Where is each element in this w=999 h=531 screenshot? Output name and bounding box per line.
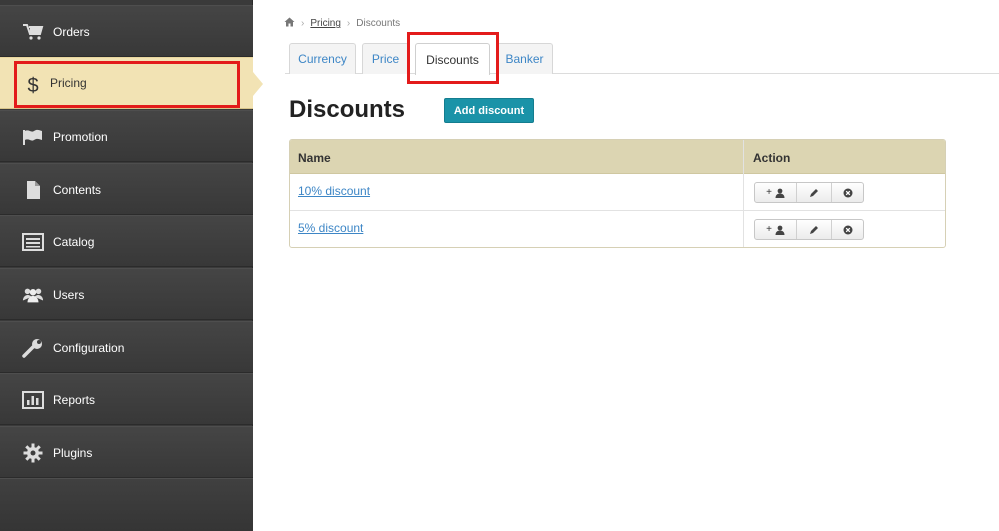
breadcrumb-separator: › — [301, 18, 305, 29]
page-title: Discounts — [289, 96, 406, 123]
discount-name-link[interactable]: 5% discount — [298, 221, 363, 235]
action-button-group: + — [754, 182, 864, 203]
action-button-group: + — [754, 219, 864, 240]
sidebar-item-label: Promotion — [53, 130, 108, 144]
sidebar-item-contents[interactable]: Contents — [0, 163, 253, 215]
tab-price[interactable]: Price — [362, 43, 409, 74]
sidebar-footer — [0, 478, 253, 531]
breadcrumb-current: Discounts — [356, 18, 401, 29]
dollar-icon: $ — [27, 74, 39, 97]
sidebar-item-pricing[interactable]: $ Pricing — [0, 57, 263, 109]
discounts-table: Name Action 10% discount + 5% discount + — [289, 139, 946, 248]
column-header-action: Action — [753, 151, 791, 165]
sidebar-item-label: Contents — [53, 183, 102, 197]
active-indicator — [253, 72, 263, 96]
assign-user-button[interactable]: + — [755, 220, 797, 239]
delete-button[interactable] — [832, 183, 863, 202]
column-header-name: Name — [298, 151, 331, 165]
user-icon — [775, 225, 785, 235]
tab-banker[interactable]: Banker — [496, 43, 553, 74]
pencil-icon — [810, 225, 818, 234]
sidebar-item-label: Configuration — [53, 341, 125, 355]
breadcrumb: › Pricing › Discounts — [284, 17, 400, 30]
sidebar-item-catalog[interactable]: Catalog — [0, 215, 253, 267]
gear-icon — [22, 443, 44, 463]
document-icon — [22, 180, 44, 200]
bar-chart-icon — [22, 390, 44, 410]
sidebar-item-orders[interactable]: Orders — [0, 5, 253, 57]
tab-currency[interactable]: Currency — [289, 43, 356, 74]
remove-circle-icon — [843, 225, 852, 234]
tab-discounts[interactable]: Discounts — [415, 43, 490, 75]
plus-label: + — [766, 187, 772, 198]
plus-label: + — [766, 224, 772, 235]
remove-circle-icon — [843, 188, 852, 197]
add-discount-button[interactable]: Add discount — [444, 98, 534, 123]
breadcrumb-pricing-link[interactable]: Pricing — [310, 18, 341, 29]
users-icon — [22, 285, 44, 305]
home-icon[interactable] — [284, 17, 295, 30]
breadcrumb-separator: › — [346, 18, 351, 29]
sidebar-item-plugins[interactable]: Plugins — [0, 426, 253, 478]
sidebar-item-label: Reports — [53, 393, 96, 407]
table-header: Name Action — [290, 140, 945, 174]
sidebar-item-label: Catalog — [53, 235, 95, 249]
delete-button[interactable] — [832, 220, 863, 239]
sidebar-item-label: Pricing — [50, 76, 87, 90]
wrench-icon — [22, 338, 44, 358]
cart-icon — [22, 22, 44, 42]
flag-icon — [22, 127, 44, 147]
user-icon — [775, 188, 785, 198]
sidebar-item-users[interactable]: Users — [0, 268, 253, 320]
assign-user-button[interactable]: + — [755, 183, 797, 202]
sidebar-item-configuration[interactable]: Configuration — [0, 321, 253, 373]
edit-button[interactable] — [797, 183, 832, 202]
sidebar-item-reports[interactable]: Reports — [0, 373, 253, 425]
sidebar-item-label: Orders — [53, 25, 90, 39]
discount-name-link[interactable]: 10% discount — [298, 184, 370, 198]
sidebar-item-label: Plugins — [53, 446, 93, 460]
sidebar: Orders $ Pricing Promotion Contents Cata… — [0, 0, 263, 531]
sidebar-item-promotion[interactable]: Promotion — [0, 110, 253, 162]
list-icon — [22, 232, 44, 252]
table-row: 10% discount + — [290, 174, 945, 211]
table-row: 5% discount + — [290, 211, 945, 247]
sidebar-item-label: Users — [53, 288, 85, 302]
pencil-icon — [810, 188, 818, 197]
edit-button[interactable] — [797, 220, 832, 239]
